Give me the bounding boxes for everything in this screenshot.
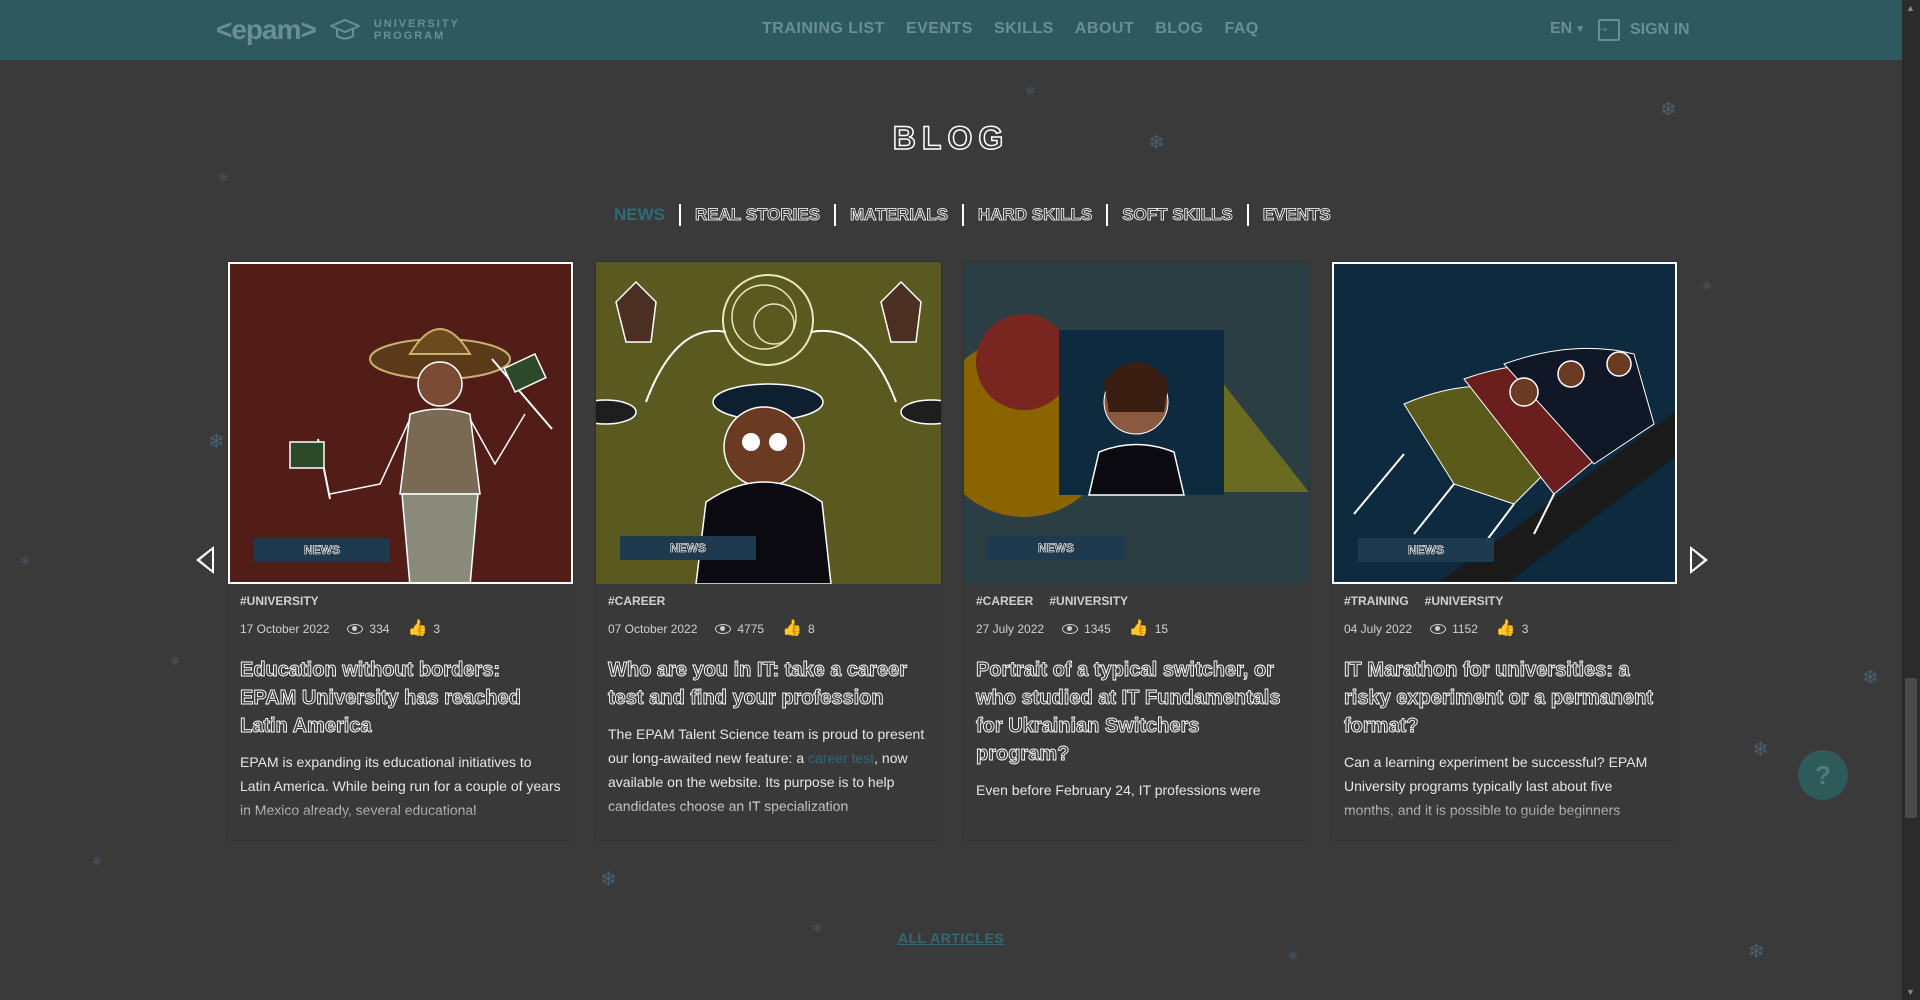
nav-events[interactable]: EVENTS <box>906 20 973 38</box>
article-card[interactable]: NEWS #CAREER 07 October 2022 4775 👍 8 Who… <box>596 262 941 840</box>
likes-count: 👍 15 <box>1128 620 1169 637</box>
article-meta: 04 July 2022 1152 👍 3 <box>1344 620 1665 638</box>
scroll-down-icon[interactable]: ▼ <box>1906 987 1915 997</box>
site-header: <epam> UNIVERSITY PROGRAM TRAINING LIST … <box>0 0 1902 60</box>
eye-icon <box>1430 624 1447 634</box>
carousel-prev-arrow-icon[interactable] <box>196 546 214 574</box>
thumbs-up-icon: 👍 <box>782 620 803 637</box>
likes-count: 👍 3 <box>407 620 441 637</box>
tab-materials[interactable]: MATERIALS <box>836 205 962 225</box>
tag[interactable]: #TRAINING <box>1344 594 1409 612</box>
tab-hard-skills[interactable]: HARD SKILLS <box>964 205 1106 225</box>
article-card[interactable]: NEWS #UNIVERSITY 17 October 2022 334 👍 3 … <box>228 262 573 840</box>
article-title[interactable]: Education without borders: EPAM Universi… <box>240 656 561 740</box>
fade-overlay <box>1332 800 1677 840</box>
carousel-next-arrow-icon[interactable] <box>1690 546 1708 574</box>
all-articles-link[interactable]: ALL ARTICLES <box>0 930 1902 946</box>
epam-logo: <epam> <box>216 14 317 45</box>
fade-overlay <box>596 800 941 840</box>
article-title[interactable]: IT Marathon for universities: a risky ex… <box>1344 656 1665 740</box>
scrollbar-thumb[interactable] <box>1905 678 1917 818</box>
site-logo[interactable]: <epam> UNIVERSITY PROGRAM <box>216 14 460 46</box>
article-illustration: NEWS <box>964 262 1309 584</box>
article-card[interactable]: NEWS #CAREER #UNIVERSITY 27 July 2022 13… <box>964 262 1309 840</box>
language-selector[interactable]: EN ▼ <box>1550 20 1585 38</box>
eye-icon <box>347 624 364 634</box>
tab-events[interactable]: EVENTS <box>1249 205 1345 225</box>
likes-count: 👍 8 <box>782 620 815 637</box>
graduation-cap-icon <box>329 18 360 40</box>
article-illustration: NEWS <box>596 262 941 584</box>
nav-training-list[interactable]: TRAINING LIST <box>762 20 885 38</box>
tag[interactable]: #CAREER <box>608 594 665 612</box>
eye-icon <box>1062 624 1079 634</box>
eye-icon <box>715 624 732 634</box>
tag[interactable]: #UNIVERSITY <box>1425 594 1504 612</box>
sign-in-icon <box>1594 19 1620 41</box>
sign-in-button[interactable]: SIGN IN <box>1594 19 1690 41</box>
article-tags: #CAREER <box>608 594 929 612</box>
article-tags: #TRAINING #UNIVERSITY <box>1344 594 1665 612</box>
article-date: 04 July 2022 <box>1344 622 1413 636</box>
article-badge: NEWS <box>1358 538 1494 562</box>
article-title[interactable]: Who are you in IT: take a career test an… <box>608 656 929 712</box>
thumbs-up-icon: 👍 <box>1495 620 1516 637</box>
language-label: EN <box>1550 20 1573 37</box>
page-title: BLOG <box>892 119 1010 157</box>
tab-soft-skills[interactable]: SOFT SKILLS <box>1108 205 1247 225</box>
nav-blog[interactable]: BLOG <box>1155 20 1203 38</box>
main-nav: TRAINING LIST EVENTS SKILLS ABOUT BLOG F… <box>762 20 1259 38</box>
article-badge: NEWS <box>988 536 1124 560</box>
university-program-label: UNIVERSITY PROGRAM <box>373 18 460 42</box>
article-date: 07 October 2022 <box>608 622 698 636</box>
woman-with-flags-illustration <box>289 328 553 582</box>
marathon-runners-illustration <box>1353 347 1675 582</box>
thumbs-up-icon: 👍 <box>1128 620 1149 637</box>
tag[interactable]: #CAREER <box>976 594 1033 612</box>
thumbs-up-icon: 👍 <box>407 620 428 637</box>
article-date: 17 October 2022 <box>240 622 330 636</box>
tag[interactable]: #UNIVERSITY <box>240 594 319 612</box>
article-meta: 27 July 2022 1345 👍 15 <box>976 620 1297 638</box>
tag[interactable]: #UNIVERSITY <box>1049 594 1128 612</box>
scrollbar[interactable]: ▲ ▼ <box>1902 0 1920 1000</box>
likes-count: 👍 3 <box>1495 620 1529 637</box>
article-meta: 07 October 2022 4775 👍 8 <box>608 620 929 638</box>
fade-overlay <box>228 800 573 840</box>
views-count: 1152 <box>1430 622 1478 636</box>
article-meta: 17 October 2022 334 👍 3 <box>240 620 561 638</box>
tab-news[interactable]: NEWS <box>600 205 679 225</box>
tab-real-stories[interactable]: REAL STORIES <box>681 205 834 225</box>
article-badge: NEWS <box>254 538 390 562</box>
article-badge: NEWS <box>620 536 756 560</box>
sign-in-label: SIGN IN <box>1630 21 1690 38</box>
nav-about[interactable]: ABOUT <box>1075 20 1134 38</box>
article-date: 27 July 2022 <box>976 622 1045 636</box>
article-illustration: NEWS <box>1332 262 1677 584</box>
nav-faq[interactable]: FAQ <box>1224 20 1258 38</box>
article-tags: #CAREER #UNIVERSITY <box>976 594 1297 612</box>
article-card[interactable]: NEWS #TRAINING #UNIVERSITY 04 July 2022 … <box>1332 262 1677 840</box>
scroll-up-icon[interactable]: ▲ <box>1906 3 1915 13</box>
article-tags: #UNIVERSITY <box>240 594 561 612</box>
article-excerpt: Even before February 24, IT professions … <box>976 782 1261 798</box>
career-test-link[interactable]: career test <box>808 750 874 766</box>
views-count: 4775 <box>715 622 764 636</box>
chevron-down-icon: ▼ <box>1575 23 1586 35</box>
article-illustration: NEWS <box>228 262 573 584</box>
category-tabs: NEWS REAL STORIES MATERIALS HARD SKILLS … <box>600 204 1345 226</box>
help-button[interactable]: ? <box>1798 750 1848 800</box>
article-title[interactable]: Portrait of a typical switcher, or who s… <box>976 656 1297 768</box>
views-count: 334 <box>347 622 389 636</box>
nav-skills[interactable]: SKILLS <box>994 20 1054 38</box>
fade-overlay <box>964 800 1309 840</box>
views-count: 1345 <box>1062 622 1111 636</box>
